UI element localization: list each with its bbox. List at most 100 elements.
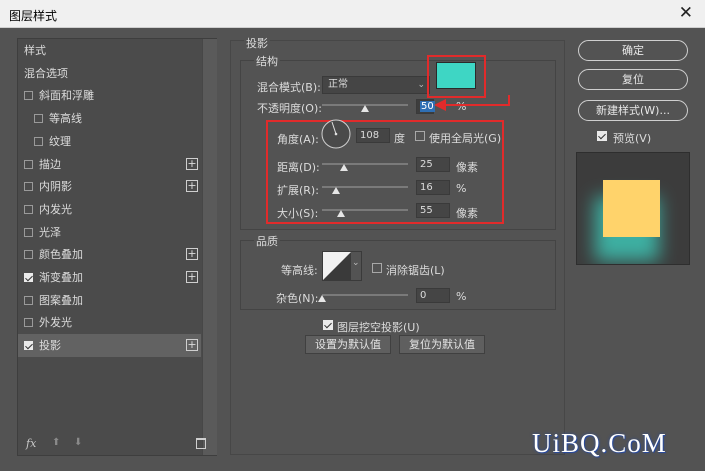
style-list-label: 光泽 [39, 225, 61, 239]
section-title: 投影 [244, 35, 270, 51]
style-list-label: 图案叠加 [39, 293, 83, 307]
style-list-item[interactable]: 渐变叠加 + [18, 266, 201, 289]
preview-thumbnail [603, 180, 660, 237]
noise-slider-thumb[interactable] [318, 295, 326, 302]
red-arrow-icon [434, 95, 510, 111]
style-list-toolbar: fx ⬆ ⬇ [24, 437, 206, 451]
noise-slider-track[interactable] [322, 294, 408, 296]
distance-slider-thumb[interactable] [339, 164, 348, 171]
distance-slider-track[interactable] [322, 163, 408, 165]
opacity-label: 不透明度(O): [257, 102, 322, 115]
knockout-checkbox[interactable] [323, 320, 333, 330]
angle-dial-icon[interactable] [320, 118, 352, 150]
style-list-item[interactable]: 纹理 [18, 130, 201, 153]
style-list-label: 颜色叠加 [39, 248, 83, 262]
style-list-scrollbar[interactable] [202, 39, 217, 455]
spread-value: 16 [420, 182, 433, 193]
trash-icon[interactable] [196, 438, 206, 449]
blend-mode-select[interactable]: 正常 ⌄ [322, 76, 430, 94]
fx-icon[interactable]: fx [26, 437, 36, 450]
style-list-checkbox[interactable] [24, 318, 33, 328]
style-list-checkbox[interactable] [24, 295, 33, 305]
style-list-label: 等高线 [49, 112, 82, 126]
style-list-label: 纹理 [49, 134, 71, 148]
style-list-checkbox[interactable] [24, 204, 33, 214]
preview-canvas [576, 152, 690, 265]
style-list-panel: 样式 混合选项 斜面和浮雕 等高线 纹理 描边 + 内阴影 + 内发光 光泽 颜色叠加 + 渐变叠加 + 图案… [17, 38, 217, 456]
style-list-label: 混合选项 [24, 66, 68, 80]
reset-button[interactable]: 复位 [578, 69, 688, 90]
chevron-down-icon: ⌄ [417, 80, 425, 90]
spread-slider-thumb[interactable] [331, 187, 340, 194]
style-list-item[interactable]: 内发光 [18, 198, 201, 221]
angle-field[interactable]: 108 [356, 128, 390, 143]
style-list-label: 斜面和浮雕 [39, 89, 94, 103]
window-title: 图层样式 [9, 9, 58, 23]
preview-checkbox[interactable] [597, 131, 607, 141]
size-field[interactable]: 55 [416, 203, 450, 218]
style-list-item[interactable]: 颜色叠加 + [18, 243, 201, 266]
watermark: UiBQ.CoM [532, 428, 667, 458]
distance-label: 距离(D): [277, 161, 320, 174]
add-effect-icon[interactable]: + [186, 157, 198, 170]
size-unit: 像素 [456, 207, 478, 220]
reset-default-button[interactable]: 复位为默认值 [399, 335, 485, 354]
distance-field[interactable]: 25 [416, 157, 450, 172]
antialias-checkbox[interactable] [372, 263, 382, 273]
size-slider-track[interactable] [322, 209, 408, 211]
structure-title: 结构 [254, 53, 280, 69]
style-list-item[interactable]: 样式 [18, 39, 201, 62]
style-list-item[interactable]: 投影 + [18, 334, 201, 358]
preview-label: 预览(V) [613, 132, 652, 145]
style-list-checkbox[interactable] [24, 91, 33, 101]
add-effect-icon[interactable]: + [186, 271, 198, 283]
style-list-checkbox[interactable] [34, 114, 43, 124]
size-slider-thumb[interactable] [336, 210, 345, 217]
style-list-item[interactable]: 等高线 [18, 107, 201, 130]
set-default-button[interactable]: 设置为默认值 [305, 335, 391, 354]
blend-mode-label: 混合模式(B): [257, 81, 321, 94]
title-bar: 图层样式 ✕ [0, 0, 705, 28]
style-list-item[interactable]: 内阴影 + [18, 175, 201, 198]
new-style-button[interactable]: 新建样式(W)... [578, 100, 688, 121]
close-icon[interactable]: ✕ [679, 3, 693, 23]
style-list-checkbox[interactable] [24, 250, 33, 260]
move-up-icon[interactable]: ⬆ [52, 437, 60, 448]
spread-unit: % [456, 182, 467, 195]
style-list-item[interactable]: 斜面和浮雕 [18, 84, 201, 107]
style-list-checkbox[interactable] [24, 227, 33, 237]
spread-label: 扩展(R): [277, 184, 319, 197]
style-list-item[interactable]: 混合选项 [18, 62, 201, 85]
style-list-label: 样式 [24, 44, 46, 57]
add-effect-icon[interactable]: + [186, 248, 198, 261]
spread-field[interactable]: 16 [416, 180, 450, 195]
ok-button[interactable]: 确定 [578, 40, 688, 61]
style-list-label: 外发光 [39, 316, 72, 330]
noise-unit: % [456, 290, 467, 303]
contour-label: 等高线: [281, 264, 318, 277]
noise-field[interactable]: 0 [416, 288, 450, 303]
add-effect-icon[interactable]: + [186, 339, 198, 352]
add-effect-icon[interactable]: + [186, 180, 198, 193]
style-list-checkbox[interactable] [24, 182, 33, 192]
distance-value: 25 [420, 159, 433, 170]
style-list-item[interactable]: 描边 + [18, 153, 201, 176]
noise-value: 0 [420, 290, 427, 301]
style-list-checkbox[interactable] [24, 159, 33, 169]
contour-picker[interactable]: ⌄ [322, 251, 362, 281]
style-list-checkbox[interactable] [34, 136, 43, 146]
angle-unit: 度 [394, 132, 405, 145]
style-list-item[interactable]: 外发光 [18, 311, 201, 334]
opacity-slider-thumb[interactable] [361, 105, 369, 112]
style-list-label: 描边 [39, 157, 61, 171]
style-list-checkbox[interactable] [24, 273, 33, 282]
style-list-item[interactable]: 光泽 [18, 221, 201, 244]
move-down-icon[interactable]: ⬇ [74, 437, 82, 448]
style-list-item[interactable]: 图案叠加 [18, 289, 201, 312]
style-list-checkbox[interactable] [24, 341, 33, 351]
contour-chevron-icon: ⌄ [352, 258, 360, 268]
contour-curve-icon [323, 252, 351, 280]
style-list-label: 内发光 [39, 202, 72, 216]
knockout-label: 图层挖空投影(U) [337, 321, 420, 334]
global-light-checkbox[interactable] [415, 131, 425, 141]
